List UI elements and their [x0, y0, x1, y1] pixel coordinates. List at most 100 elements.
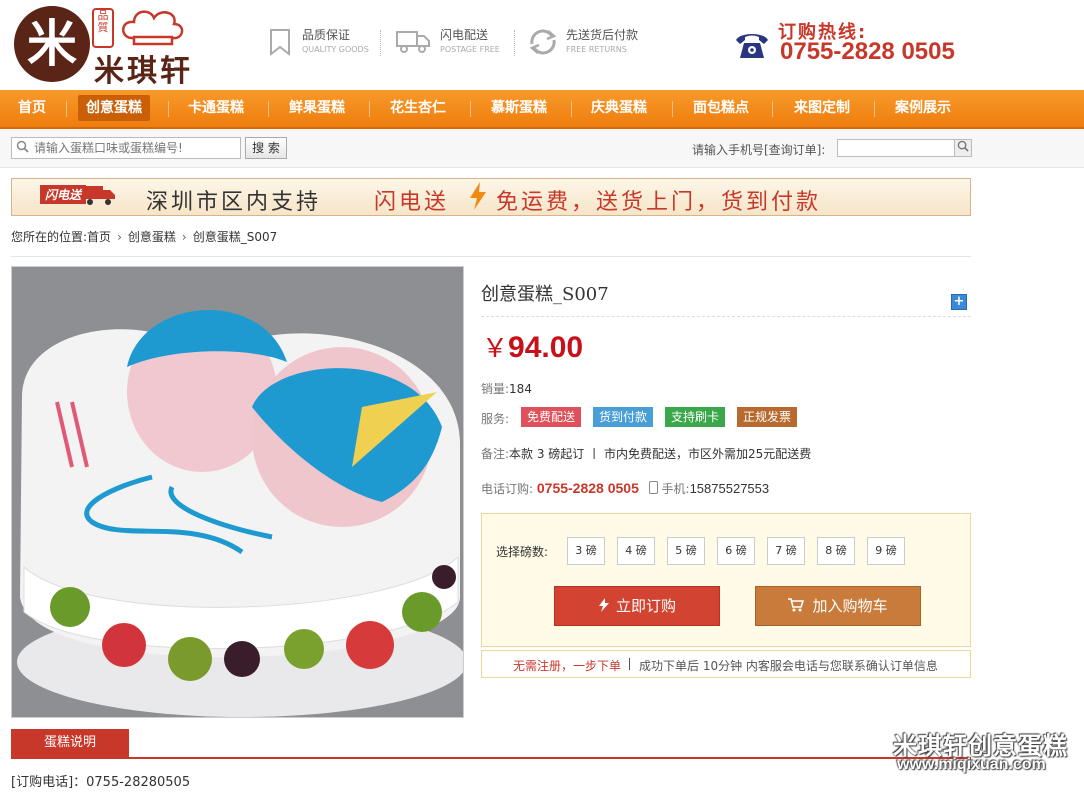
- phone-label: 电话订购:: [481, 482, 534, 496]
- watermark-url: www.miqixuan.com: [897, 756, 1046, 773]
- nav-celebration-cake[interactable]: 庆典蛋糕: [583, 95, 655, 121]
- buy-now-label: 立即订购: [615, 597, 676, 615]
- nav-divider: [874, 101, 875, 117]
- nav-peanut-almond[interactable]: 花生杏仁: [382, 95, 454, 121]
- nav-divider: [168, 101, 169, 117]
- logo-glyph: 米: [27, 14, 77, 73]
- tab-cake-description[interactable]: 蛋糕说明: [11, 729, 129, 757]
- divider: [481, 316, 971, 317]
- nav-divider: [571, 101, 572, 117]
- add-to-favorites-button[interactable]: +: [951, 294, 967, 310]
- nav-cartoon-cake[interactable]: 卡通蛋糕: [180, 95, 252, 121]
- feature-title: 先送货后付款: [566, 28, 639, 42]
- weight-option-4[interactable]: 4 磅: [617, 537, 655, 565]
- weight-option-9[interactable]: 9 磅: [867, 537, 905, 565]
- note-text: 本款 3 磅起订 丨 市内免费配送，市区外需加25元配送费: [509, 447, 812, 461]
- price-value: 94.00: [508, 331, 584, 364]
- weight-label: 选择磅数:: [496, 545, 549, 559]
- weight-option-5[interactable]: 5 磅: [667, 537, 705, 565]
- add-to-cart-button[interactable]: 加入购物车: [755, 586, 921, 626]
- nav-mousse-cake[interactable]: 慕斯蛋糕: [483, 95, 555, 121]
- truck-icon: [82, 183, 116, 214]
- product-price: ￥94.00: [482, 328, 583, 365]
- divider: [11, 256, 971, 257]
- search-field[interactable]: [11, 137, 241, 159]
- feature-title: 品质保证: [302, 28, 351, 42]
- feature-subtitle: FREE RETURNS: [566, 45, 627, 54]
- services-label: 服务:: [481, 412, 510, 426]
- nav-bread-pastry[interactable]: 面包糕点: [685, 95, 757, 121]
- note-label: 备注:: [481, 447, 510, 461]
- order-query-button[interactable]: [954, 139, 972, 157]
- tip-callback: 成功下单后 10分钟 内客服会电话与您联系确认订单信息: [639, 659, 938, 673]
- weight-option-6[interactable]: 6 磅: [717, 537, 755, 565]
- feature-subtitle: QUALITY GOODS: [302, 45, 369, 54]
- service-tag-cod: 货到付款: [593, 407, 654, 427]
- mobile-number: 15875527553: [689, 481, 770, 496]
- order-tip: 无需注册，一步下单 成功下单后 10分钟 内客服会电话与您联系确认订单信息: [481, 650, 971, 678]
- nav-divider: [672, 101, 673, 117]
- product-note: 备注:本款 3 磅起订 丨 市内免费配送，市区外需加25元配送费: [481, 445, 811, 462]
- search-input[interactable]: [34, 138, 234, 158]
- search-icon: [957, 140, 969, 152]
- nav-case-gallery[interactable]: 案例展示: [887, 95, 959, 121]
- nav-home[interactable]: 首页: [10, 95, 54, 121]
- lightning-icon: [468, 182, 488, 216]
- divider: [514, 30, 515, 56]
- nav-divider: [369, 101, 370, 117]
- banner-text-express: 闪电送: [374, 190, 450, 215]
- hotline-number: 0755-2828 0505: [780, 38, 955, 65]
- breadcrumb-category[interactable]: 创意蛋糕: [128, 230, 176, 244]
- breadcrumb-prefix: 您所在的位置:: [11, 230, 88, 244]
- service-tag-free-delivery: 免费配送: [521, 407, 582, 427]
- phone-number: 0755-2828 0505: [536, 480, 639, 496]
- weight-option-8[interactable]: 8 磅: [817, 537, 855, 565]
- order-query-input[interactable]: [837, 139, 955, 157]
- nav-divider: [66, 101, 67, 117]
- main-nav: 首页 创意蛋糕 卡通蛋糕 鲜果蛋糕 花生杏仁 慕斯蛋糕 庆典蛋糕 面包糕点 来图…: [0, 90, 1084, 129]
- search-button[interactable]: 搜 索: [245, 137, 287, 159]
- banner-text-free: 免运费，送货上门，货到付款: [496, 190, 822, 215]
- divider: [380, 30, 381, 56]
- search-icon: [16, 140, 30, 154]
- tip-no-register: 无需注册，一步下单: [513, 659, 622, 673]
- breadcrumb: 您所在的位置:首页 › 创意蛋糕 › 创意蛋糕_S007: [11, 228, 277, 245]
- cake-photo: [12, 267, 463, 717]
- chef-hat-icon: [122, 10, 184, 46]
- nav-custom-order[interactable]: 来图定制: [786, 95, 858, 121]
- nav-creative-cake[interactable]: 创意蛋糕: [78, 95, 150, 121]
- sales-label: 销量:: [481, 382, 510, 396]
- truck-icon: [396, 28, 430, 56]
- service-tag-invoice: 正规发票: [737, 407, 798, 427]
- mobile-label: 手机:: [661, 482, 690, 496]
- promo-banner[interactable]: 闪电送 深圳市区内支持 闪电送 免运费，送货上门，货到付款: [11, 178, 971, 216]
- brand-logo[interactable]: 米: [14, 6, 90, 82]
- logo-stamp: 品質: [92, 8, 114, 48]
- mobile-icon: [648, 481, 658, 494]
- tab-underline: [11, 757, 971, 759]
- add-to-cart-label: 加入购物车: [812, 597, 888, 615]
- phone-order: 电话订购: 0755-2828 0505 手机:15875527553: [481, 480, 769, 497]
- weight-option-3[interactable]: 3 磅: [567, 537, 605, 565]
- nav-fruit-cake[interactable]: 鲜果蛋糕: [281, 95, 353, 121]
- order-panel: 选择磅数: 3 磅 4 磅 5 磅 6 磅 7 磅 8 磅 9 磅 立即订购 加…: [481, 513, 971, 647]
- breadcrumb-current: 创意蛋糕_S007: [192, 230, 278, 244]
- product-image[interactable]: [11, 266, 464, 718]
- nav-divider: [268, 101, 269, 117]
- nav-divider: [470, 101, 471, 117]
- weight-option-7[interactable]: 7 磅: [767, 537, 805, 565]
- feature-subtitle: POSTAGE FREE: [440, 45, 500, 54]
- feature-title: 闪电配送: [440, 28, 489, 42]
- divider: [629, 658, 630, 670]
- breadcrumb-home[interactable]: 首页: [87, 230, 111, 244]
- express-badge: 闪电送: [40, 185, 87, 204]
- chevron-right-icon: ›: [181, 230, 187, 244]
- product-title: 创意蛋糕_S007: [481, 284, 609, 305]
- order-telephone: [订购电话]：0755-28280505: [11, 775, 191, 790]
- bookmark-icon: [266, 28, 294, 57]
- buy-now-button[interactable]: 立即订购: [554, 586, 720, 626]
- cart-icon: [788, 598, 805, 612]
- service-tag-card: 支持刷卡: [665, 407, 726, 427]
- lightning-icon: [598, 598, 609, 612]
- return-icon: [528, 28, 557, 56]
